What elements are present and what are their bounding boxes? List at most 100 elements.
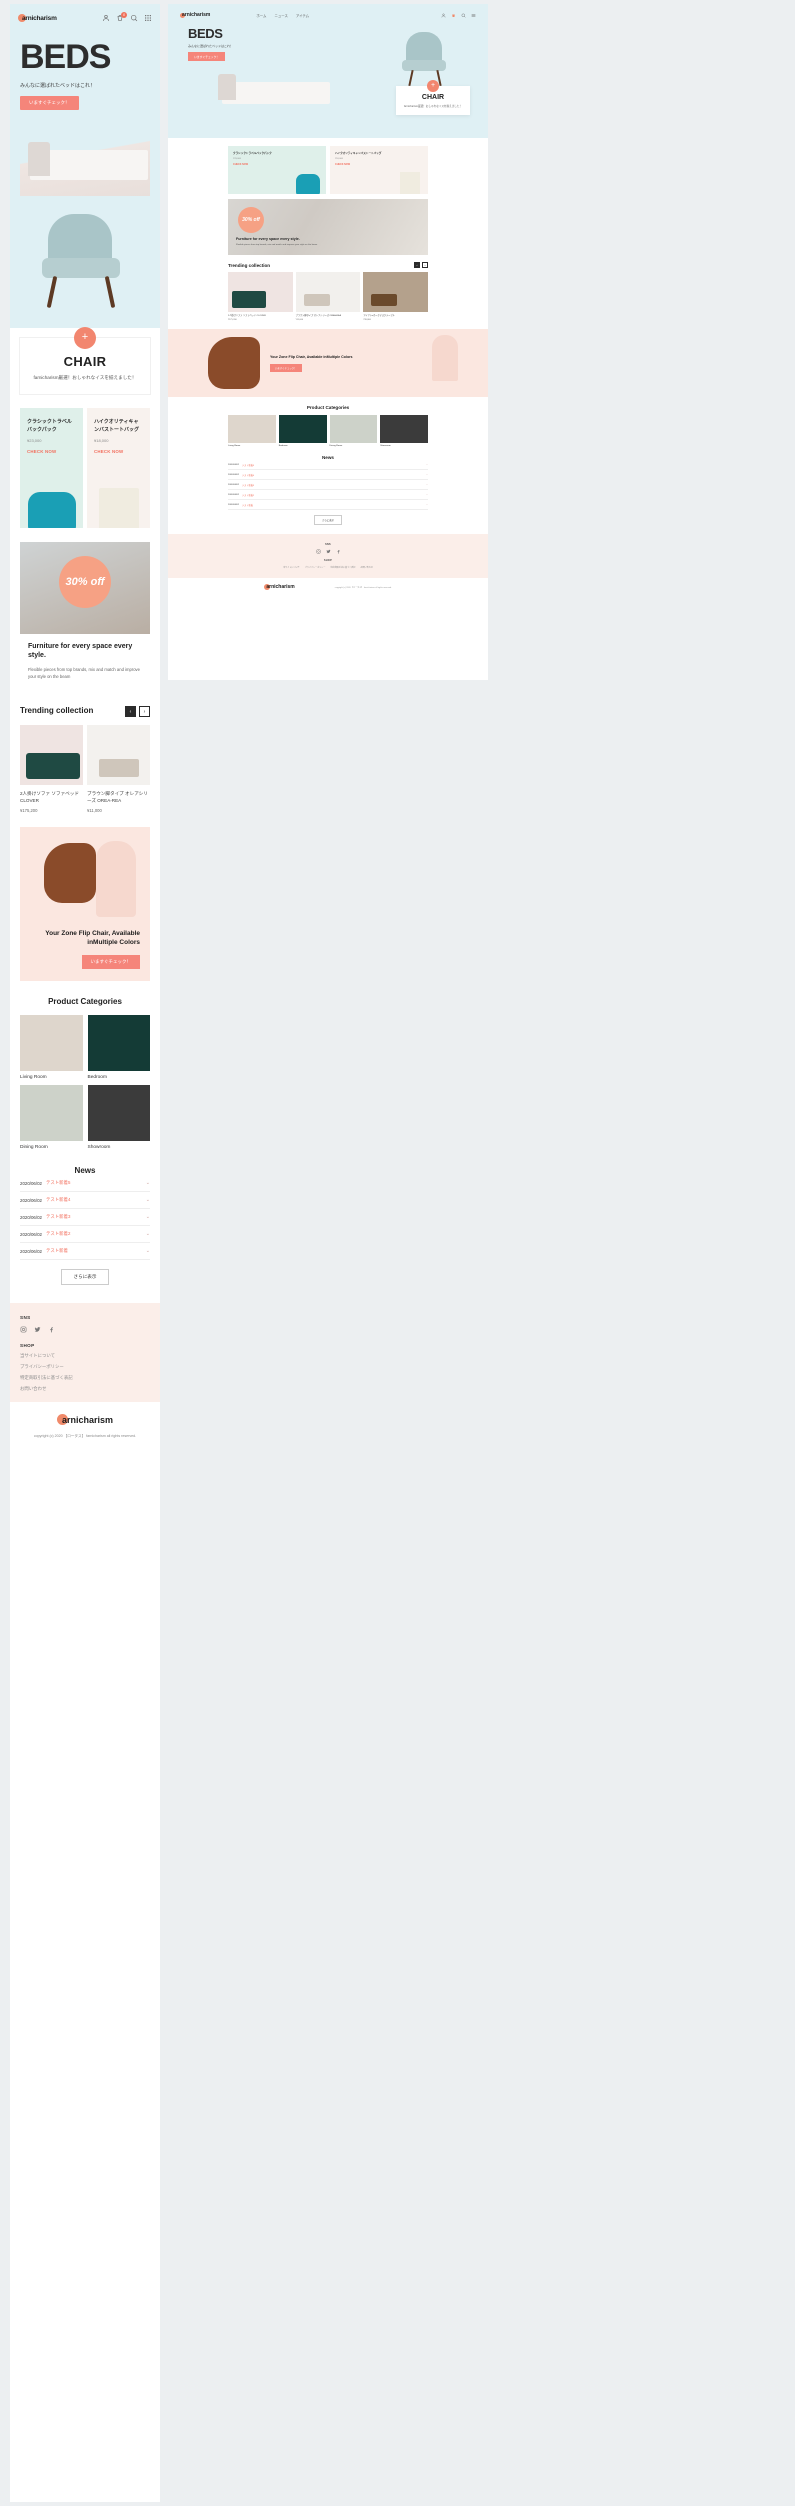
menu-icon[interactable]: [471, 13, 476, 18]
cart-icon[interactable]: 0: [116, 12, 127, 22]
facebook-icon[interactable]: [336, 549, 341, 554]
brand-logo[interactable]: arnicharism: [18, 14, 57, 22]
hero-cta-button[interactable]: いますぐチェック！: [20, 96, 79, 110]
facebook-icon[interactable]: [48, 1326, 55, 1333]
trending-card[interactable]: 2人掛けソファ ソファベッド CLOVER ¥175,200: [20, 725, 83, 813]
news-row[interactable]: 2020/06/02 テスト新着3 ⌄: [20, 1209, 150, 1227]
news-more-button[interactable]: さらに表示: [60, 1269, 110, 1286]
promo-heading: Furniture for every space every style.: [236, 237, 300, 242]
promo-banner: 30% off Furniture for every space every …: [228, 199, 428, 255]
category-image: [228, 415, 276, 444]
mobile-header-icons: 0: [102, 12, 152, 22]
twitter-icon[interactable]: [325, 549, 331, 554]
news-row[interactable]: 2020/06/02 テスト新着4 ⌄: [20, 1192, 150, 1210]
nav-item-home[interactable]: ホーム: [256, 13, 266, 18]
carousel-prev-button[interactable]: ‹: [125, 706, 136, 718]
footer-link[interactable]: 当サイトについて: [283, 566, 300, 569]
news-row[interactable]: 2020/06/02 テスト新着2 ⌄: [20, 1226, 150, 1244]
brand-logo[interactable]: arnicharism: [180, 12, 210, 18]
category-item-living-room[interactable]: Living Room: [20, 1015, 83, 1080]
category-item-showroom[interactable]: Showroom: [380, 415, 428, 447]
news-link[interactable]: テスト新着: [46, 1248, 68, 1254]
news-link[interactable]: テスト新着2: [242, 493, 254, 497]
product-check-now-link[interactable]: CHECK NOW: [27, 449, 76, 454]
news-row[interactable]: 2020/06/02 テスト新着3 ⌄: [228, 480, 428, 491]
news-link[interactable]: テスト新着3: [242, 483, 254, 487]
product-categories-section: Product Categories Living Room Bedroom D…: [168, 397, 488, 447]
category-item-bedroom[interactable]: Bedroom: [278, 415, 327, 447]
nav-item-items[interactable]: アイテム: [296, 13, 309, 18]
carousel-next-button[interactable]: ›: [139, 706, 150, 718]
news-link[interactable]: テスト新着4: [242, 473, 254, 477]
bed-headboard-shape: [218, 74, 236, 100]
chair-seat-shape: [42, 258, 120, 278]
footer-link[interactable]: プライバシーポリシー: [20, 1364, 150, 1370]
trending-card[interactable]: ブラウン脚タイプ オレアシリーズ OREA-REA ¥11,000: [295, 272, 361, 321]
news-link[interactable]: テスト新着2: [46, 1231, 70, 1237]
product-check-now-link[interactable]: CHECK NOW: [335, 163, 423, 166]
product-name: クラシックトラベルバックパック: [27, 418, 72, 433]
instagram-icon[interactable]: [315, 549, 321, 554]
desktop-navbar: arnicharism ホーム ニュース アイテム: [168, 4, 488, 18]
footer-link[interactable]: お問い合わせ: [20, 1386, 150, 1392]
carousel-next-button[interactable]: ›: [422, 262, 428, 268]
news-row[interactable]: 2020/06/02 テスト新着 ⌄: [228, 500, 428, 511]
plus-icon[interactable]: +: [427, 80, 439, 92]
trending-card[interactable]: 2人掛けソファ ソファベッド CLOVER ¥175,200: [228, 272, 293, 321]
nav-item-news[interactable]: ニュース: [274, 13, 287, 18]
news-row[interactable]: 2020/06/02 テスト新着2 ⌄: [228, 490, 428, 501]
category-item-dining-room[interactable]: Dining Room: [20, 1085, 83, 1150]
news-link[interactable]: テスト新着: [242, 503, 253, 507]
product-card[interactable]: ハイクオリティキャンバストートバッグ ¥18,000 CHECK NOW: [87, 407, 150, 528]
product-card[interactable]: ハイクオリティキャンバストートバッグ ¥18,000 CHECK NOW: [330, 146, 428, 194]
plus-icon[interactable]: +: [74, 327, 96, 349]
news-link[interactable]: テスト新着5: [242, 463, 254, 467]
news-date: 2020/06/02: [228, 503, 239, 506]
trending-card[interactable]: アイアンxオークデスクテーブル ¥39,800: [363, 272, 429, 321]
product-card[interactable]: クラシックトラベルバックパック ¥23,000 CHECK NOW: [20, 407, 83, 528]
product-check-now-link[interactable]: CHECK NOW: [94, 449, 143, 454]
footer-link[interactable]: 当サイトについて: [20, 1353, 150, 1359]
copyright-text: copyright (c) 2020 【ロータス】 farnicharism a…: [33, 1434, 137, 1439]
trending-name: 2人掛けソファ ソファベッド CLOVER: [20, 791, 79, 804]
footer-link[interactable]: お問い合わせ: [360, 566, 372, 569]
news-row[interactable]: 2020/06/02 テスト新着 ⌄: [20, 1243, 150, 1261]
cart-icon[interactable]: [451, 13, 456, 18]
user-icon[interactable]: [102, 14, 110, 22]
news-section: News 2020/06/02 テスト新着5 ⌄ 2020/06/02 テスト新…: [10, 1150, 160, 1286]
category-label: Living Room: [228, 445, 241, 448]
promo-paragraph: Flexible pieces from top brands, mix and…: [236, 244, 318, 247]
footer-brand-logo[interactable]: arnicharism: [264, 584, 295, 591]
zone-cta-button[interactable]: いますぐチェック！: [81, 955, 140, 970]
chair-feature-card: + CHAIR farnicharism厳選！おしゃれなイスを揃えました！: [396, 80, 470, 115]
twitter-icon[interactable]: [34, 1326, 41, 1333]
categories-grid: Living Room Bedroom Dining Room Showroom: [228, 415, 428, 447]
news-link[interactable]: テスト新着5: [46, 1180, 70, 1186]
news-row[interactable]: 2020/06/02 テスト新着5 ⌄: [20, 1175, 150, 1193]
carousel-prev-button[interactable]: ‹: [414, 262, 420, 268]
footer-link[interactable]: 特定商取引法に基づく表記: [20, 1375, 150, 1381]
news-more-button[interactable]: さらに表示: [314, 515, 342, 526]
menu-icon[interactable]: [144, 14, 152, 22]
category-item-showroom[interactable]: Showroom: [87, 1085, 150, 1150]
footer-brand-logo[interactable]: arnicharism: [56, 1414, 113, 1426]
category-item-living-room[interactable]: Living Room: [228, 415, 276, 447]
news-link[interactable]: テスト新着3: [46, 1214, 70, 1220]
category-item-dining-room[interactable]: Dining Room: [329, 415, 378, 447]
footer-link[interactable]: プライバシーポリシー: [305, 566, 326, 569]
search-icon[interactable]: [130, 14, 138, 22]
footer-social-row: [228, 549, 428, 554]
footer-link[interactable]: 特定商取引法に基づく表記: [330, 566, 355, 569]
news-row[interactable]: 2020/06/02 テスト新着5 ⌄: [228, 460, 428, 471]
category-item-bedroom[interactable]: Bedroom: [87, 1015, 150, 1080]
news-row[interactable]: 2020/06/02 テスト新着4 ⌄: [228, 470, 428, 481]
news-link[interactable]: テスト新着4: [46, 1197, 70, 1203]
user-icon[interactable]: [441, 13, 446, 18]
instagram-icon[interactable]: [20, 1326, 27, 1333]
trending-card[interactable]: ブラウン脚タイプ オレアシリーズ OREA-REA ¥11,000: [87, 725, 150, 813]
product-check-now-link[interactable]: CHECK NOW: [233, 163, 321, 166]
search-icon[interactable]: [461, 13, 466, 18]
product-card[interactable]: クラシックトラベルバックパック ¥23,000 CHECK NOW: [228, 146, 326, 194]
mobile-footer: SNS SHOP 当サイトについて プライバシーポリシー 特定商取引法に基づく表…: [10, 1303, 160, 1403]
zone-cta-button[interactable]: いますぐチェック！: [270, 363, 302, 372]
